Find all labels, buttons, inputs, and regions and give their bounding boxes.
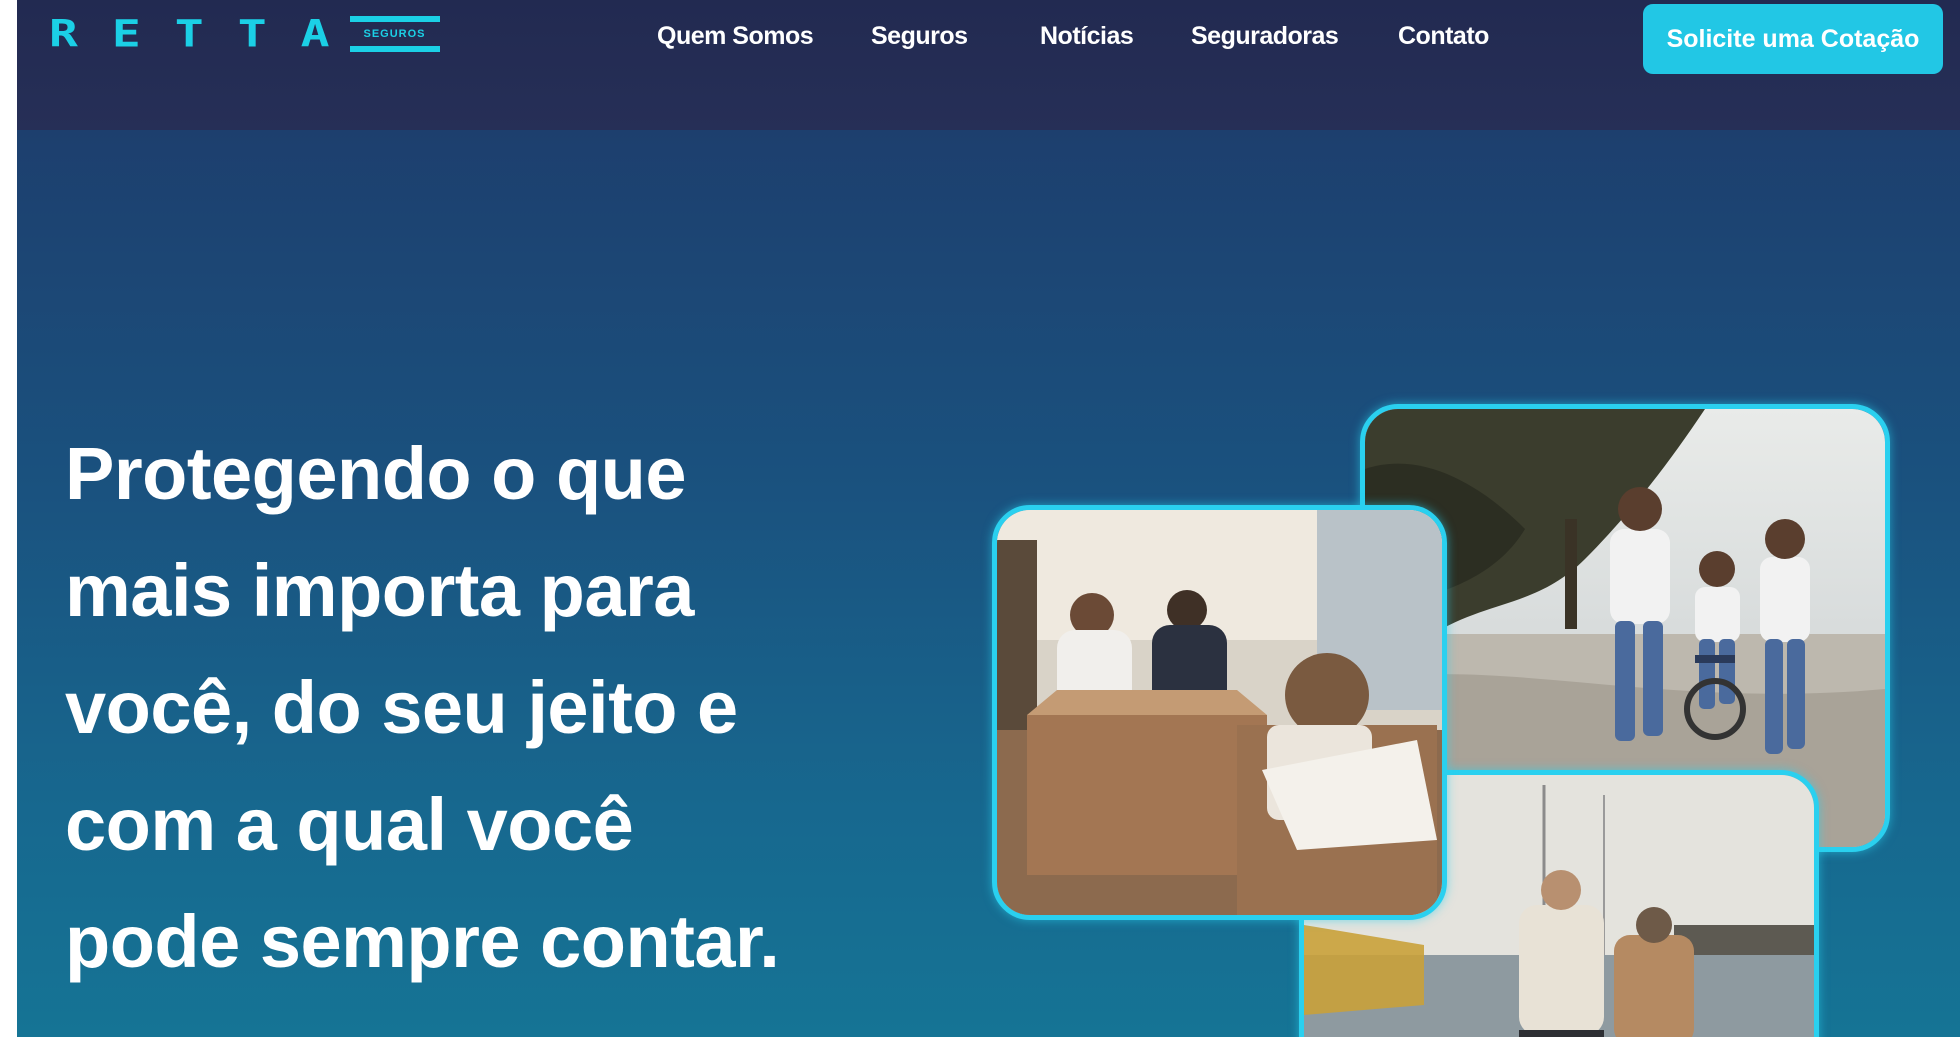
hero-headline: Protegendo o que mais importa para você,… <box>65 415 885 1000</box>
logo-badge-text: SEGUROS <box>363 28 426 40</box>
site-header: RETTA SEGUROS Quem Somos Seguros Notícia… <box>17 0 1960 130</box>
retta-logo[interactable]: RETTA SEGUROS <box>49 12 440 56</box>
nav-link-seguros[interactable]: Seguros <box>871 16 968 56</box>
headline-line: pode sempre contar. <box>65 900 780 983</box>
headline-line: mais importa para <box>65 549 694 632</box>
nav-link-noticias[interactable]: Notícias <box>1040 16 1134 56</box>
headline-line: Protegendo o que <box>65 432 687 515</box>
headline-line: você, do seu jeito e <box>65 666 738 749</box>
logo-badge: SEGUROS <box>349 16 440 52</box>
nav-link-contato[interactable]: Contato <box>1398 16 1489 56</box>
nav-link-quem-somos[interactable]: Quem Somos <box>657 16 814 56</box>
hero-section: Protegendo o que mais importa para você,… <box>17 130 1960 1037</box>
logo-wordmark: RETTA <box>49 12 364 56</box>
request-quote-button[interactable]: Solicite uma Cotação <box>1643 4 1943 74</box>
headline-line: com a qual você <box>65 783 634 866</box>
nav-link-seguradoras[interactable]: Seguradoras <box>1191 16 1339 56</box>
family-moving-photo <box>992 505 1447 920</box>
page-frame: RETTA SEGUROS Quem Somos Seguros Notícia… <box>17 0 1960 1037</box>
